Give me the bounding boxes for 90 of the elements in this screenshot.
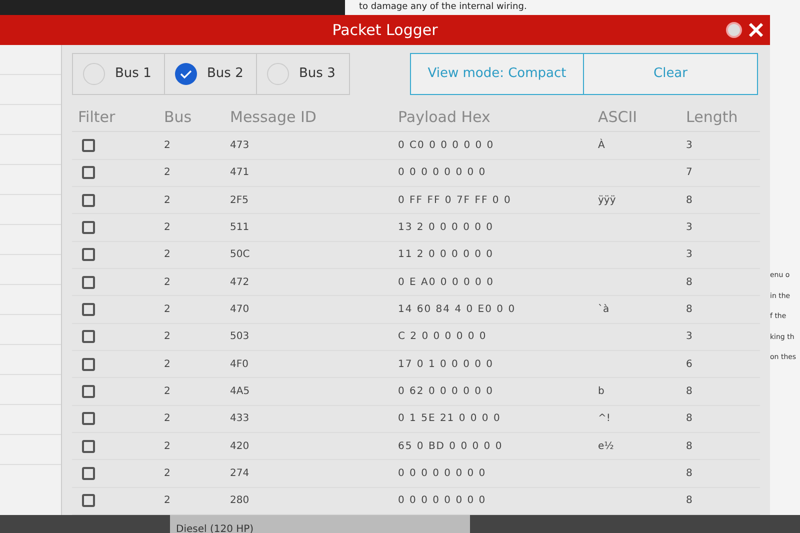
filter-checkbox[interactable] — [82, 303, 95, 316]
table-cell-text: 2 — [164, 194, 172, 208]
table-cell-text: 2 — [164, 494, 172, 508]
table-cell-text: 2 — [164, 440, 172, 454]
filter-checkbox[interactable] — [82, 248, 95, 262]
table-cell-text: 0 62 0 0 0 0 0 0 — [398, 385, 495, 400]
column-header: Payload Hex — [398, 106, 492, 128]
bus-option[interactable]: Bus 1 — [73, 54, 165, 94]
table-cell-text: 2 — [164, 330, 172, 344]
table-cell-text: 14 60 84 4 0 E0 0 0 — [398, 303, 517, 318]
table-cell-text: 473 — [230, 139, 250, 154]
table-cell-text: 0 0 0 0 0 0 0 0 — [398, 166, 488, 180]
table-cell-text: 2 — [164, 412, 172, 426]
table-cell-text: 65 0 BD 0 0 0 0 0 — [398, 440, 504, 454]
table-cell-text: 2F5 — [230, 194, 250, 208]
table-cell-text: 471 — [230, 166, 250, 180]
table-cell-text: 8 — [686, 494, 694, 508]
filter-checkbox[interactable] — [82, 139, 95, 152]
table-cell-text: 2 — [164, 303, 172, 318]
table-cell-text: 3 — [686, 248, 694, 262]
table-cell-text: 50C — [230, 248, 251, 262]
filter-checkbox[interactable] — [82, 440, 95, 453]
filter-checkbox[interactable] — [82, 494, 95, 508]
table-cell-text: À — [598, 138, 606, 154]
table-cell-text: 2 — [164, 358, 172, 372]
table-cell-text: ^! — [598, 412, 612, 426]
table-cell-text: 2 — [164, 276, 172, 290]
column-header: Bus — [164, 106, 193, 128]
table-cell-text: 2 — [164, 467, 172, 482]
table-cell-text: 8 — [686, 412, 694, 426]
table-cell-text: 274 — [230, 467, 250, 482]
table-cell-text: 280 — [230, 494, 250, 508]
table-cell-text: 4F0 — [230, 358, 250, 372]
table-cell-text: 8 — [686, 303, 694, 318]
table-cell-text: 420 — [230, 440, 250, 454]
table-cell-text: 8 — [686, 467, 694, 482]
table-cell-text: 511 — [230, 221, 250, 236]
table-cell-text: 17 0 1 0 0 0 0 0 — [398, 358, 495, 372]
checkmark-icon — [175, 62, 197, 85]
table-cell-text: 8 — [686, 194, 694, 208]
table-cell-text: 2 — [164, 385, 172, 400]
table-cell-text: 503 — [230, 330, 250, 344]
table-cell-text: 7 — [686, 166, 694, 180]
table-cell-text: 2 — [164, 139, 172, 154]
table-cell-text: 433 — [230, 412, 250, 426]
table-cell-text: 8 — [686, 440, 694, 454]
table-cell-text: 11 2 0 0 0 0 0 0 — [398, 248, 495, 262]
table-cell-text: 8 — [686, 385, 694, 400]
table-cell-text: 0 C0 0 0 0 0 0 0 — [398, 139, 496, 154]
table-cell-text: 4A5 — [230, 385, 251, 400]
table-cell-text: 472 — [230, 276, 250, 290]
table-cell-text: 3 — [686, 330, 694, 344]
bus-option[interactable]: Bus 2 — [165, 54, 257, 94]
column-header: Message ID — [230, 106, 318, 128]
table-cell-text: C 2 0 0 0 0 0 0 — [398, 330, 488, 344]
table-cell-text: 2 — [164, 248, 172, 262]
table-cell-text: 0 FF FF 0 7F FF 0 0 — [398, 194, 512, 208]
filter-checkbox[interactable] — [82, 330, 95, 344]
table-cell-text: ÿÿÿ — [598, 194, 617, 208]
table-cell-text: 0 0 0 0 0 0 0 0 — [398, 494, 488, 508]
filter-checkbox[interactable] — [82, 276, 95, 289]
table-cell-text: 2 — [164, 221, 172, 236]
table-cell-text: `à — [598, 303, 610, 318]
window-title: Packet Logger — [332, 20, 438, 41]
filter-checkbox[interactable] — [82, 358, 95, 371]
background-text: Diesel (120 HP) — [176, 524, 254, 533]
filter-checkbox[interactable] — [82, 385, 95, 398]
table-cell-text: b — [598, 385, 606, 400]
table-cell-text: 13 2 0 0 0 0 0 0 — [398, 221, 495, 236]
filter-checkbox[interactable] — [82, 412, 95, 426]
filter-checkbox[interactable] — [82, 166, 95, 180]
table-cell-text: 8 — [686, 276, 694, 290]
table-cell-text: 0 E A0 0 0 0 0 0 — [398, 276, 495, 290]
table-cell-text: 3 — [686, 139, 694, 154]
filter-checkbox[interactable] — [82, 221, 95, 234]
table-cell-text: e½ — [598, 440, 615, 454]
column-header: Filter — [78, 106, 116, 128]
filter-checkbox[interactable] — [82, 194, 95, 207]
table-cell-text: 0 1 5E 21 0 0 0 0 — [398, 412, 502, 426]
table-cell-text: 6 — [686, 358, 694, 372]
column-header: ASCII — [598, 106, 638, 128]
close-icon[interactable] — [748, 22, 764, 38]
table-cell-text: 0 0 0 0 0 0 0 0 — [398, 467, 488, 482]
table-cell-text: 3 — [686, 221, 694, 236]
column-header: Length — [686, 106, 739, 128]
bus-option[interactable]: Bus 3 — [257, 54, 349, 94]
filter-checkbox[interactable] — [82, 467, 95, 480]
table-cell-text: 2 — [164, 166, 172, 180]
background-text: to damage any of the internal wiring. — [359, 2, 527, 13]
table-cell-text: 470 — [230, 303, 250, 318]
